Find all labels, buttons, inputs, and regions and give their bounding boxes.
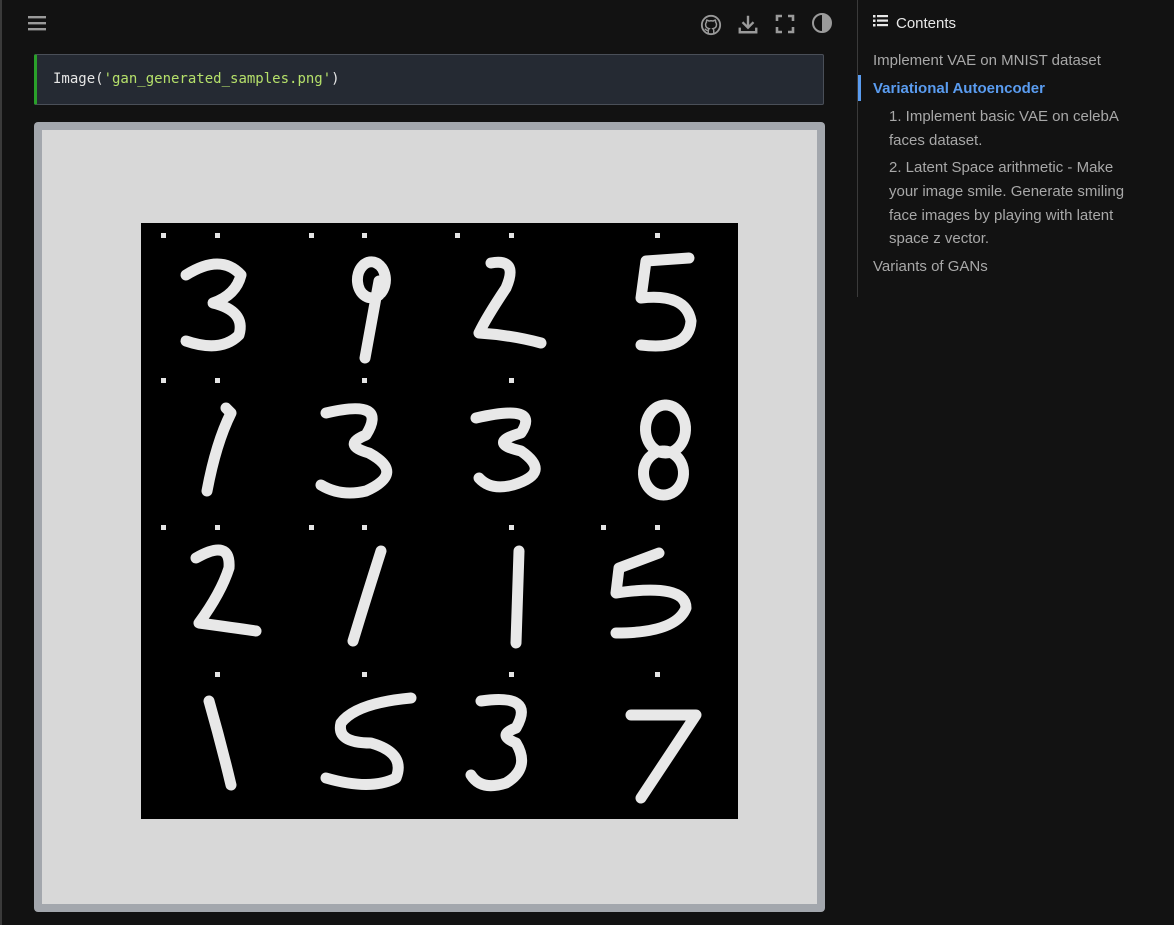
toc-header: Contents (873, 14, 956, 32)
output-image-area (42, 130, 817, 904)
notebook-main: Image('gan_generated_samples.png') (2, 0, 857, 925)
digit-sample (180, 258, 247, 352)
digit-sample (470, 407, 541, 493)
toc-item-implement-vae-mnist[interactable]: Implement VAE on MNIST dataset (873, 49, 1101, 73)
digit-sample (320, 692, 417, 790)
digit-sample (635, 252, 697, 352)
digit-sample (203, 695, 237, 791)
digit-sample (201, 402, 237, 497)
digit-sample (315, 403, 393, 499)
code-suffix: ) (331, 71, 340, 87)
code-function: Image( (53, 71, 104, 87)
digit-sample (465, 694, 528, 792)
code-cell[interactable]: Image('gan_generated_samples.png') (34, 54, 824, 105)
digit-sample (473, 256, 547, 349)
digit-sample (351, 256, 391, 364)
github-icon[interactable] (700, 14, 722, 36)
toc-item-variants-of-gans[interactable]: Variants of GANs (873, 255, 988, 279)
menu-icon[interactable] (27, 13, 47, 33)
digit-sample (625, 709, 702, 804)
table-of-contents: Contents Implement VAE on MNIST dataset … (858, 0, 1174, 925)
output-cell (34, 122, 825, 912)
digit-sample (190, 544, 262, 637)
digit-sample (638, 399, 691, 501)
list-icon (873, 14, 888, 32)
theme-toggle-icon[interactable] (811, 12, 833, 34)
digit-sample (510, 545, 525, 649)
code-line: Image('gan_generated_samples.png') (53, 71, 340, 87)
toc-subitem-latent-space-arithmetic[interactable]: 2. Latent Space arithmetic - Make your i… (889, 156, 1134, 251)
digit-sample (347, 545, 387, 647)
toc-subitem-basic-vae-celeba[interactable]: 1. Implement basic VAE on celebA faces d… (889, 105, 1134, 153)
toc-title: Contents (896, 14, 957, 32)
toc-active-indicator (858, 75, 861, 101)
fullscreen-icon[interactable] (775, 14, 795, 34)
toc-item-variational-autoencoder[interactable]: Variational Autoencoder (873, 77, 1045, 101)
digit-sample (610, 547, 692, 639)
gan-generated-samples-image (141, 223, 738, 819)
download-icon[interactable] (737, 13, 759, 35)
code-string-argument: 'gan_generated_samples.png' (103, 71, 332, 87)
top-toolbar (2, 0, 857, 48)
